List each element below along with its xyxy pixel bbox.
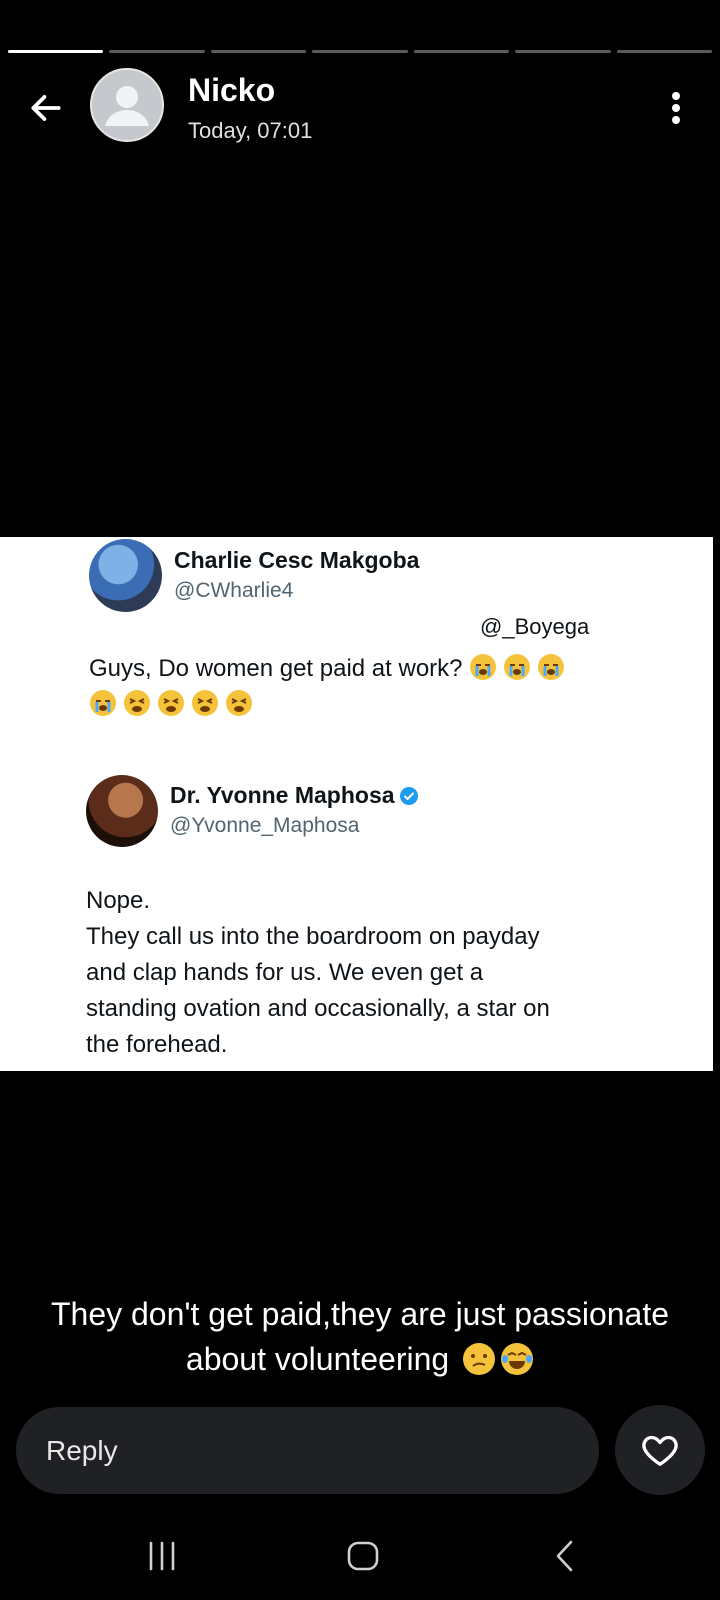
tweet-author-name-text: Dr. Yvonne Maphosa [170,782,395,808]
reply-input[interactable]: Reply [16,1407,599,1494]
tweet-reply-line: the forehead. [86,1031,228,1058]
progress-segment [616,50,712,53]
system-navigation-bar [0,1520,720,1590]
more-options-button[interactable] [656,86,696,130]
back-button[interactable] [24,86,68,130]
tweet-emoji-row [83,687,253,723]
tweet-author-handle: @Yvonne_Maphosa [170,814,360,837]
story-image: Charlie Cesc Makgoba @CWharlie4 @_Boyega… [0,537,713,1071]
caption-line: They don't get paid,they are just passio… [50,1296,670,1332]
user-name[interactable]: Nicko [188,72,275,109]
avatar[interactable] [90,68,164,142]
tweet-text-content: Guys, Do women get paid at work? [89,655,463,682]
tweet-author-name: Charlie Cesc Makgoba [174,547,420,573]
weary-face-icon [158,690,184,716]
confused-face-icon [463,1343,496,1375]
tweet-author-name: Dr. Yvonne Maphosa [170,782,419,809]
home-button[interactable] [333,1532,393,1580]
verified-badge-icon [399,787,418,805]
story-viewer: Nicko Today, 07:01 Charlie Cesc Makgoba … [0,0,720,1600]
tweet-author-handle: @CWharlie4 [174,579,294,602]
tweet-text: Guys, Do women get paid at work? [89,651,565,687]
tweet-reply-line: standing ovation and occasionally, a sta… [86,995,550,1022]
weary-face-icon [124,690,150,716]
progress-segment [210,50,307,53]
story-caption: They don't get paid,they are just passio… [20,1292,700,1382]
like-button[interactable] [615,1405,705,1495]
tweet-avatar [89,539,162,612]
loudly-crying-face-icon [90,690,116,716]
progress-segment [413,50,510,53]
system-back-button[interactable] [535,1532,595,1580]
tweet-reply-line: Nope. [86,887,151,914]
caption-line: about volunteering [185,1341,450,1377]
tweet-mention: @_Boyega [480,614,590,639]
reply-placeholder: Reply [46,1434,118,1466]
default-avatar-icon [92,70,162,140]
recents-icon [149,1541,175,1571]
loudly-crying-face-icon [537,654,564,680]
progress-segment [109,50,205,53]
arrow-left-icon [31,95,61,121]
caption-line-2: about volunteering [20,1337,700,1382]
chevron-left-icon [556,1540,573,1572]
tweet-reply-line: They call us into the boardroom on payda… [86,923,540,950]
weary-face-icon [192,690,218,716]
more-vertical-icon [672,92,680,124]
weary-face-icon [226,690,252,716]
story-timestamp: Today, 07:01 [188,118,313,143]
tears-of-joy-icon [501,1343,534,1375]
home-icon [347,1541,379,1571]
tweet-reply-line: and clap hands for us. We even get a [86,959,484,986]
loudly-crying-face-icon [503,654,530,680]
progress-segment [312,50,408,53]
progress-segment [515,50,611,53]
loudly-crying-face-icon [469,654,496,680]
progress-segment-active [8,50,104,53]
recents-button[interactable] [132,1532,192,1580]
tweet-avatar [86,775,158,847]
story-progress [8,50,712,53]
heart-icon [642,1435,678,1466]
